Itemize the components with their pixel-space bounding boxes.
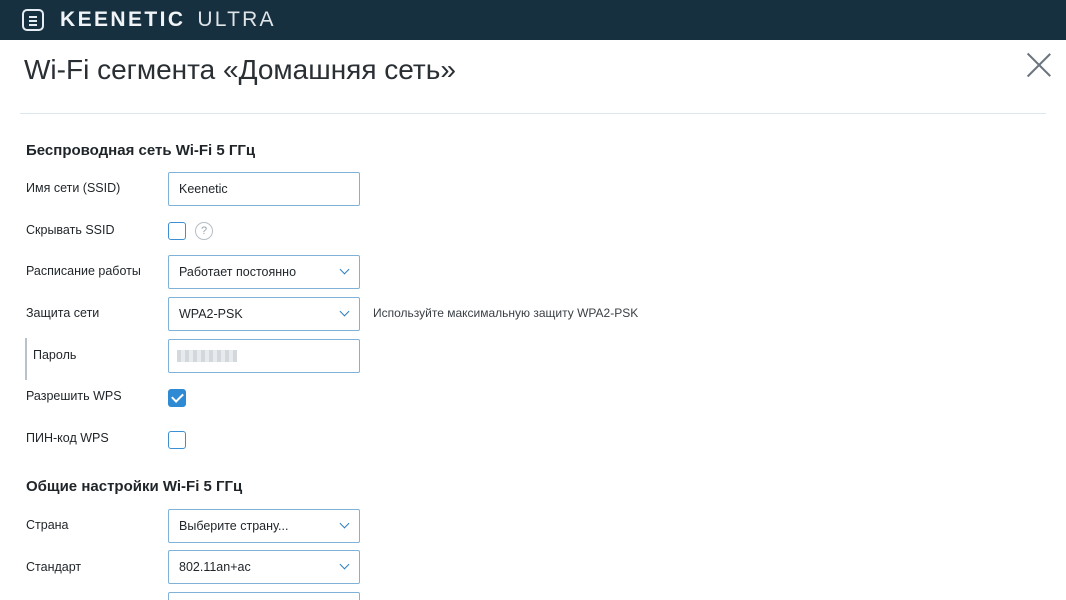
next-field-partial[interactable] xyxy=(168,592,360,600)
country-label: Страна xyxy=(26,518,69,532)
security-hint: Используйте максимальную защиту WPA2-PSK xyxy=(373,306,639,320)
ssid-input[interactable]: Keenetic xyxy=(168,172,360,206)
chevron-down-icon xyxy=(340,267,349,276)
schedule-label: Расписание работы xyxy=(26,264,141,278)
menu-icon[interactable] xyxy=(22,9,44,31)
standard-select[interactable]: 802.11an+ac xyxy=(168,550,360,584)
password-label: Пароль xyxy=(33,348,77,362)
standard-value: 802.11an+ac xyxy=(179,560,251,574)
password-masked-value xyxy=(177,350,237,362)
wps-label: Разрешить WPS xyxy=(26,389,122,403)
password-indent-bar xyxy=(25,338,27,380)
brand-logo: KEENETIC ULTRA xyxy=(60,7,276,33)
question-circle-icon[interactable]: ? xyxy=(195,222,213,240)
schedule-select[interactable]: Работает постоянно xyxy=(168,255,360,289)
chevron-down-icon xyxy=(340,562,349,571)
brand-model: ULTRA xyxy=(197,8,276,31)
header-divider xyxy=(20,113,1046,114)
wps-pin-label: ПИН-код WPS xyxy=(26,431,109,445)
top-bar: KEENETIC ULTRA xyxy=(0,0,1066,40)
brand-name: KEENETIC xyxy=(60,8,186,31)
country-select[interactable]: Выберите страну... xyxy=(168,509,360,543)
wps-pin-checkbox[interactable] xyxy=(168,431,186,449)
chevron-down-icon xyxy=(340,521,349,530)
ssid-value: Keenetic xyxy=(179,182,228,196)
ssid-label: Имя сети (SSID) xyxy=(26,181,121,195)
security-value: WPA2-PSK xyxy=(179,307,243,321)
standard-label: Стандарт xyxy=(26,560,82,574)
chevron-down-icon xyxy=(340,309,349,318)
security-label: Защита сети xyxy=(26,306,100,320)
password-input[interactable] xyxy=(168,339,360,373)
wireless-section-title: Беспроводная сеть Wi-Fi 5 ГГц xyxy=(26,142,256,159)
page-title: Wi-Fi сегмента «Домашняя сеть» xyxy=(24,54,456,85)
hide-ssid-label: Скрывать SSID xyxy=(26,223,115,237)
general-section-title: Общие настройки Wi-Fi 5 ГГц xyxy=(26,478,243,495)
close-icon[interactable] xyxy=(1026,52,1052,78)
wps-checkbox[interactable] xyxy=(168,389,186,407)
security-select[interactable]: WPA2-PSK xyxy=(168,297,360,331)
hide-ssid-checkbox[interactable] xyxy=(168,222,186,240)
schedule-value: Работает постоянно xyxy=(179,265,297,279)
country-value: Выберите страну... xyxy=(179,519,289,533)
